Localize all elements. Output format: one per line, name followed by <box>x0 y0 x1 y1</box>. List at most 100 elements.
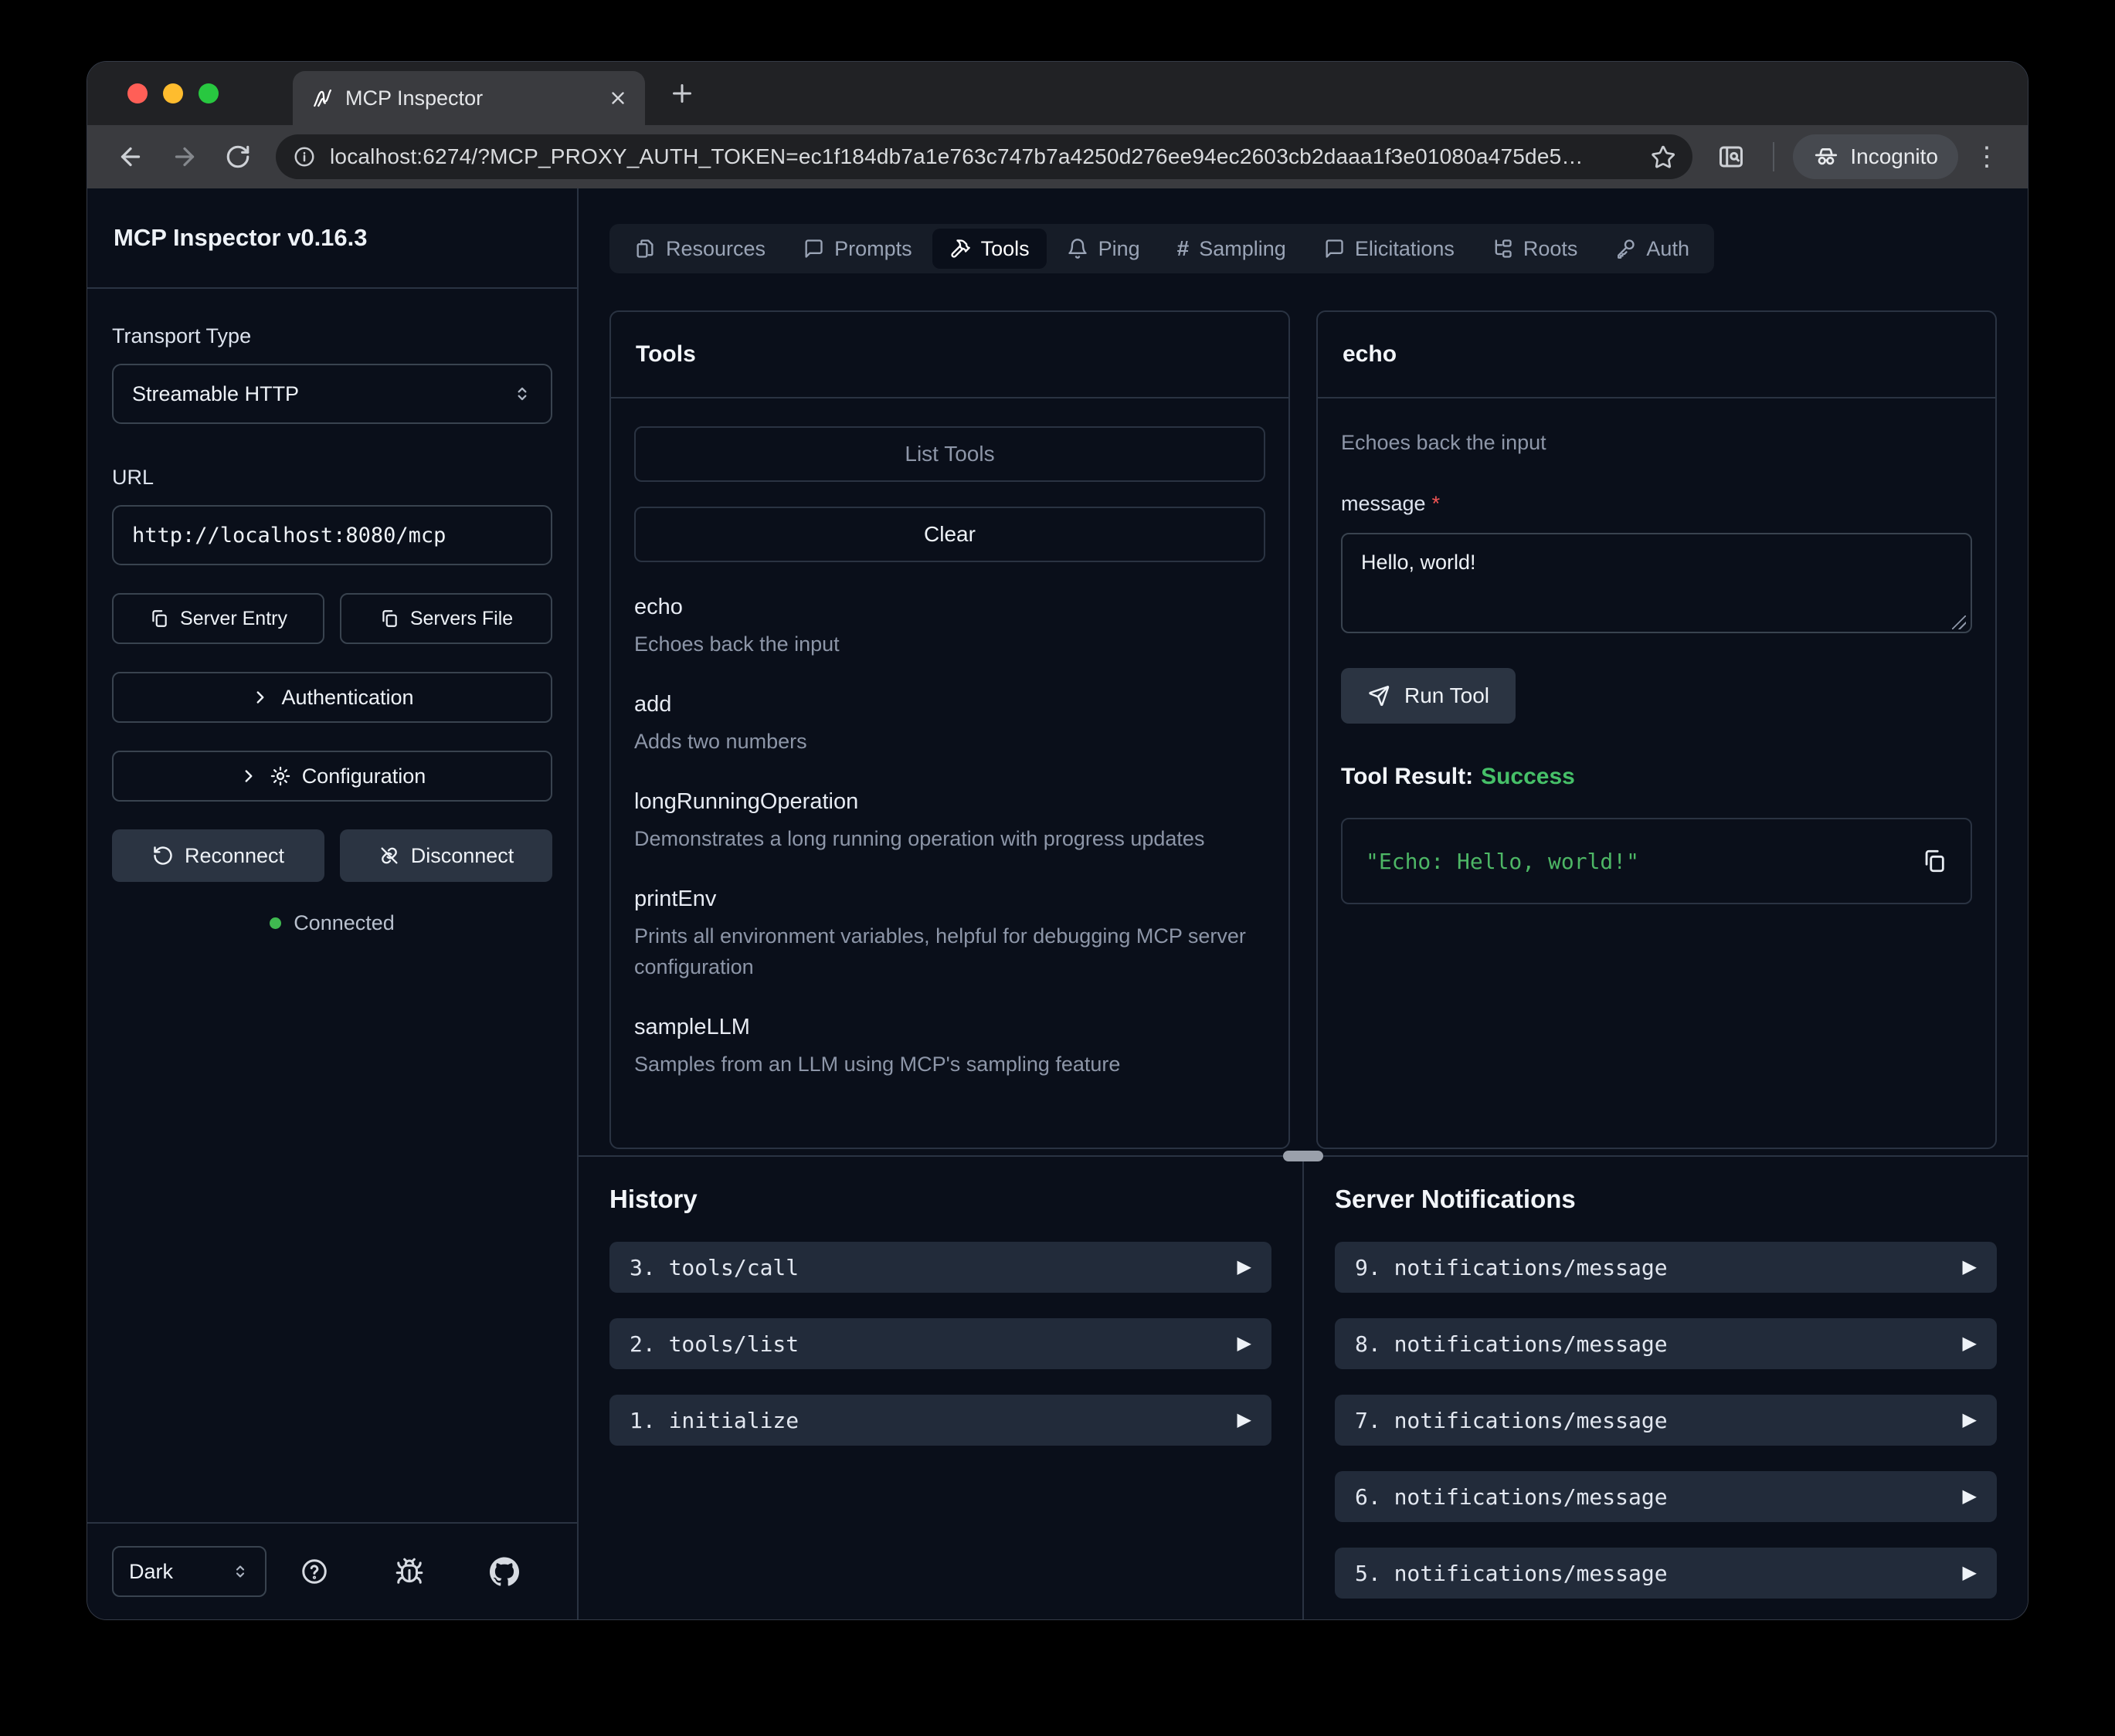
param-label: message <box>1341 492 1426 515</box>
configuration-toggle[interactable]: Configuration <box>112 751 552 802</box>
connection-status: Connected <box>112 911 552 935</box>
bookmark-star-icon[interactable] <box>1651 144 1675 169</box>
history-title: History <box>609 1185 1271 1214</box>
history-row-tools-list[interactable]: 2. tools/list ▶ <box>609 1318 1271 1369</box>
expand-arrow-icon[interactable]: ▶ <box>1963 1258 1977 1277</box>
list-tools-button[interactable]: List Tools <box>634 426 1265 482</box>
tool-description: Echoes back the input <box>634 629 1252 659</box>
disconnect-label: Disconnect <box>411 844 514 868</box>
server-entry-button[interactable]: Server Entry <box>112 593 324 644</box>
tool-list-item-samplellm[interactable]: sampleLLM Samples from an LLM using MCP'… <box>634 1015 1265 1080</box>
browser-menu-icon[interactable]: ⋮ <box>1966 144 2008 170</box>
history-row-initialize[interactable]: 1. initialize ▶ <box>609 1395 1271 1446</box>
resize-handle[interactable] <box>1952 615 1966 629</box>
theme-select[interactable]: Dark <box>112 1546 266 1597</box>
app-root: MCP Inspector v0.16.3 Transport Type Str… <box>87 188 2028 1619</box>
github-icon[interactable] <box>490 1557 519 1586</box>
clear-tools-button[interactable]: Clear <box>634 507 1265 562</box>
tool-list-item-longrunningoperation[interactable]: longRunningOperation Demonstrates a long… <box>634 789 1265 854</box>
tool-list-item-printenv[interactable]: printEnv Prints all environment variable… <box>634 887 1265 982</box>
new-tab-button[interactable] <box>668 62 696 125</box>
tab-elicitations[interactable]: Elicitations <box>1306 229 1472 269</box>
message-square-icon <box>1323 238 1345 259</box>
server-entry-label: Server Entry <box>180 608 287 630</box>
notification-row-6[interactable]: 6. notifications/message ▶ <box>1335 1471 1997 1522</box>
toolbar-separator <box>1773 142 1774 171</box>
tool-result-label: Tool Result: <box>1341 764 1473 789</box>
notification-row-9[interactable]: 9. notifications/message ▶ <box>1335 1242 1997 1293</box>
servers-file-button[interactable]: Servers File <box>340 593 552 644</box>
bug-icon[interactable] <box>395 1557 424 1586</box>
tool-name: add <box>634 692 1265 717</box>
back-icon[interactable] <box>107 143 154 171</box>
notification-row-7[interactable]: 7. notifications/message ▶ <box>1335 1395 1997 1446</box>
tab-sampling[interactable]: # Sampling <box>1160 229 1303 269</box>
reconnect-button[interactable]: Reconnect <box>112 829 324 882</box>
authentication-toggle[interactable]: Authentication <box>112 672 552 723</box>
tool-result-box: "Echo: Hello, world!" <box>1341 818 1972 904</box>
tab-auth[interactable]: Auth <box>1597 229 1706 269</box>
pane-resize-handle[interactable] <box>1283 1151 1323 1161</box>
param-label-row: message* <box>1341 492 1972 516</box>
tab-resources[interactable]: Resources <box>617 229 783 269</box>
expand-arrow-icon[interactable]: ▶ <box>1963 1564 1977 1582</box>
message-square-icon <box>803 238 824 259</box>
close-window-button[interactable] <box>127 83 148 103</box>
notification-row-5[interactable]: 5. notifications/message ▶ <box>1335 1548 1997 1599</box>
send-icon <box>1367 684 1390 707</box>
tool-name: printEnv <box>634 887 1265 912</box>
notification-row-label: 6. notifications/message <box>1355 1484 1668 1510</box>
tab-ping[interactable]: Ping <box>1050 229 1157 269</box>
expand-arrow-icon[interactable]: ▶ <box>1237 1411 1251 1429</box>
expand-arrow-icon[interactable]: ▶ <box>1963 1334 1977 1353</box>
tool-list-item-echo[interactable]: echo Echoes back the input <box>634 595 1265 659</box>
notification-row-8[interactable]: 8. notifications/message ▶ <box>1335 1318 1997 1369</box>
tool-detail-body: Echoes back the input message* Hello, wo… <box>1318 398 1995 1148</box>
chevrons-up-down-icon <box>231 1562 250 1581</box>
disconnect-button[interactable]: Disconnect <box>340 829 552 882</box>
tab-label: Elicitations <box>1355 237 1455 261</box>
incognito-badge: Incognito <box>1793 134 1958 179</box>
address-bar[interactable]: localhost:6274/?MCP_PROXY_AUTH_TOKEN=ec1… <box>276 134 1692 179</box>
browser-toolbar: localhost:6274/?MCP_PROXY_AUTH_TOKEN=ec1… <box>87 125 2028 188</box>
tool-description: Adds two numbers <box>634 727 1252 757</box>
reload-icon[interactable] <box>216 144 260 170</box>
chevrons-up-down-icon <box>512 384 532 404</box>
site-info-icon[interactable] <box>293 145 316 168</box>
transport-type-select[interactable]: Streamable HTTP <box>112 364 552 424</box>
tool-detail-title: echo <box>1343 341 1397 368</box>
search-tabs-panel-icon[interactable] <box>1708 143 1754 171</box>
expand-arrow-icon[interactable]: ▶ <box>1963 1487 1977 1506</box>
browser-tabstrip: MCP Inspector <box>87 62 2028 125</box>
tab-label: Auth <box>1646 237 1689 261</box>
expand-arrow-icon[interactable]: ▶ <box>1963 1411 1977 1429</box>
tab-roots[interactable]: Roots <box>1475 229 1595 269</box>
tools-panel-title: Tools <box>636 341 696 368</box>
expand-arrow-icon[interactable]: ▶ <box>1237 1334 1251 1353</box>
browser-tab[interactable]: MCP Inspector <box>293 71 645 125</box>
close-tab-icon[interactable] <box>608 88 628 108</box>
minimize-window-button[interactable] <box>163 83 183 103</box>
message-input[interactable]: Hello, world! <box>1341 533 1972 633</box>
tab-prompts[interactable]: Prompts <box>786 229 929 269</box>
tools-panel: Tools List Tools Clear echo Echoes back … <box>609 310 1290 1149</box>
maximize-window-button[interactable] <box>199 83 219 103</box>
server-url-input[interactable]: http://localhost:8080/mcp <box>112 505 552 565</box>
tab-label: Prompts <box>834 237 912 261</box>
tool-list-item-add[interactable]: add Adds two numbers <box>634 692 1265 757</box>
tool-description: Prints all environment variables, helpfu… <box>634 921 1252 982</box>
forward-icon[interactable] <box>161 143 208 171</box>
run-tool-button[interactable]: Run Tool <box>1341 668 1516 724</box>
copy-result-icon[interactable] <box>1921 848 1947 874</box>
run-tool-label: Run Tool <box>1404 683 1489 708</box>
tool-detail-panel: echo Echoes back the input message* Hell… <box>1316 310 1997 1149</box>
tab-tools[interactable]: Tools <box>932 229 1047 269</box>
expand-arrow-icon[interactable]: ▶ <box>1237 1258 1251 1277</box>
gear-icon <box>270 765 291 787</box>
notification-row-label: 8. notifications/message <box>1355 1331 1668 1357</box>
tab-label: Tools <box>981 237 1030 261</box>
tab-title: MCP Inspector <box>345 86 596 110</box>
history-row-tools-call[interactable]: 3. tools/call ▶ <box>609 1242 1271 1293</box>
help-icon[interactable] <box>300 1557 329 1586</box>
history-row-label: 3. tools/call <box>630 1255 799 1280</box>
